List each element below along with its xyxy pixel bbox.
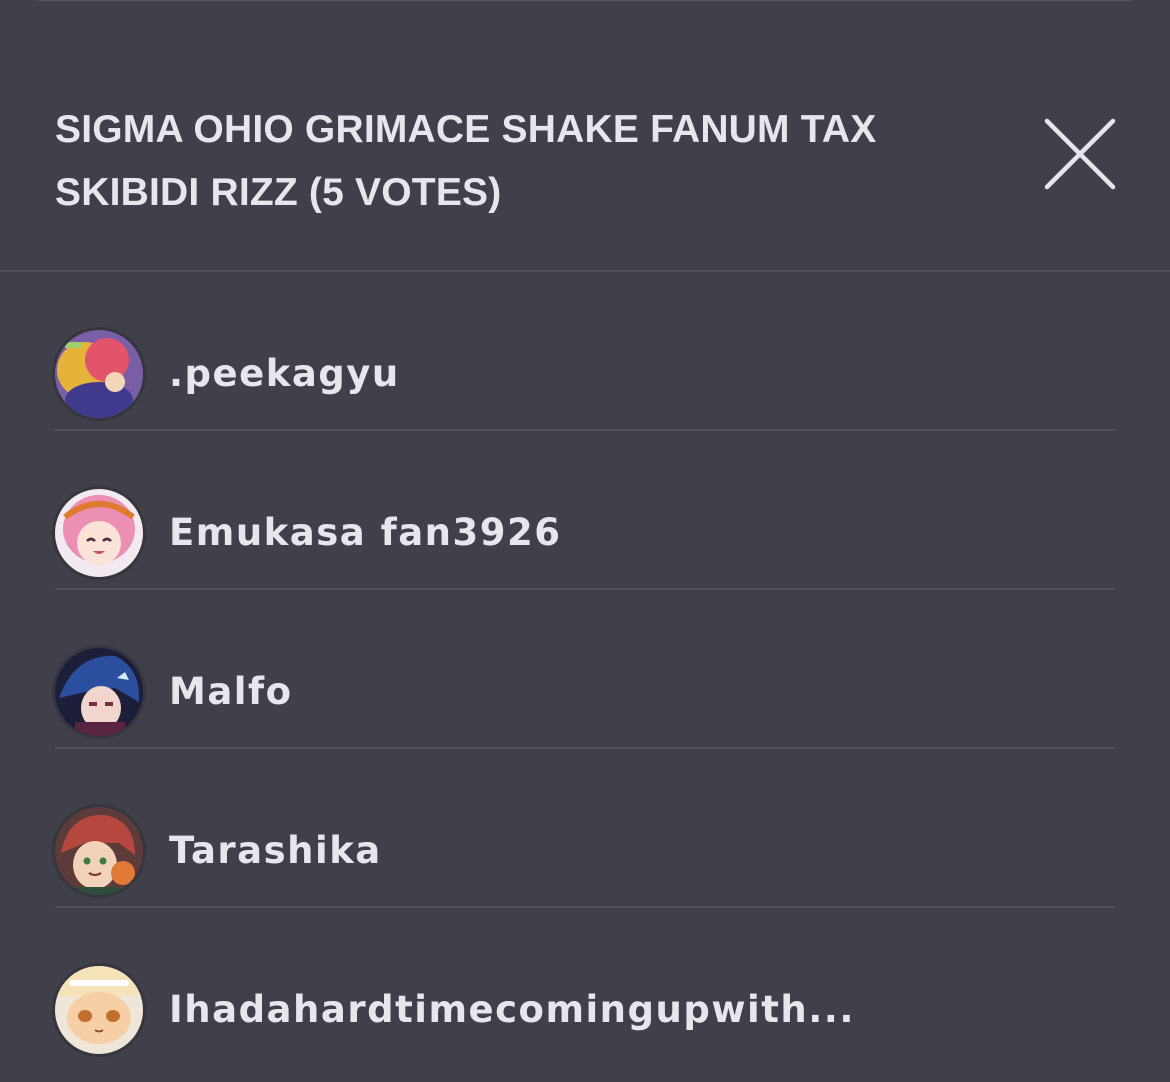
- voter-name: Tarashika: [169, 829, 382, 872]
- vote-details-sheet: SIGMA OHIO GRIMACE SHAKE FANUM TAX SKIBI…: [0, 0, 1170, 1082]
- avatar: [55, 330, 143, 418]
- close-button[interactable]: [1038, 112, 1122, 196]
- close-icon: [1044, 118, 1116, 190]
- avatar-image-icon: [55, 330, 143, 418]
- avatar: [55, 966, 143, 1054]
- voter-name: Emukasa fan3926: [169, 511, 562, 554]
- sheet-header: SIGMA OHIO GRIMACE SHAKE FANUM TAX SKIBI…: [0, 0, 1170, 271]
- voter-name: Ihadahardtimecomingupwith...: [169, 988, 855, 1031]
- avatar: [55, 807, 143, 895]
- avatar: [55, 648, 143, 736]
- avatar-image-icon: [55, 807, 143, 895]
- poll-option-title: SIGMA OHIO GRIMACE SHAKE FANUM TAX SKIBI…: [55, 108, 877, 214]
- avatar: [55, 489, 143, 577]
- voter-name: Malfo: [169, 670, 293, 713]
- voter-row[interactable]: Emukasa fan3926: [0, 431, 1170, 590]
- voter-row[interactable]: Ihadahardtimecomingupwith...: [0, 908, 1170, 1067]
- voter-name: .peekagyu: [169, 352, 400, 395]
- avatar-image-icon: [55, 489, 143, 577]
- voter-row[interactable]: Tarashika: [0, 749, 1170, 908]
- voter-list: .peekagyu Emukasa fan3926 Malfo Tarashik…: [0, 272, 1170, 1067]
- voter-row[interactable]: .peekagyu: [0, 272, 1170, 431]
- avatar-image-icon: [55, 648, 143, 736]
- voter-row[interactable]: Malfo: [0, 590, 1170, 749]
- avatar-image-icon: [55, 966, 143, 1054]
